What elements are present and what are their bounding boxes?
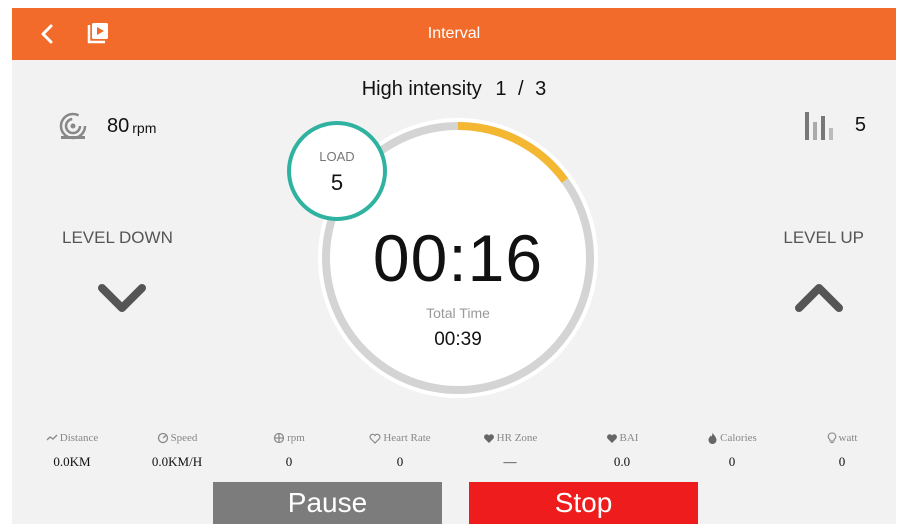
level-indicator: 5: [803, 108, 866, 142]
load-badge: LOAD 5: [287, 121, 387, 221]
cadence-unit: rpm: [132, 120, 157, 136]
stat-hr-zone: HR Zone —: [460, 430, 560, 470]
cadence-icon: [59, 112, 87, 140]
stat-label: BAI: [619, 432, 639, 444]
segment-total: 3: [535, 78, 547, 100]
stat-label: Speed: [170, 432, 198, 444]
stats-row: Distance 0.0KM Speed 0.0KM/H rpm 0 Heart…: [12, 430, 896, 480]
level-down-label: LEVEL DOWN: [62, 228, 173, 247]
stat-value: 0: [285, 454, 293, 469]
heart-filled-icon: [483, 433, 494, 443]
workout-screen: Interval High intensity 1 / 3 80 rpm 5 L…: [12, 8, 896, 524]
pause-button[interactable]: Pause: [213, 482, 442, 524]
load-value: 5: [330, 170, 344, 195]
bulb-icon: [827, 432, 836, 444]
stat-value: 0: [838, 454, 846, 469]
stop-button[interactable]: Stop: [469, 482, 698, 524]
segment-separator: /: [518, 78, 524, 100]
chevron-down-icon: [98, 284, 146, 312]
stat-label: Distance: [59, 432, 99, 444]
stat-value: —: [503, 454, 517, 469]
header-bar: Interval: [12, 8, 896, 60]
heart-outline-icon: [369, 433, 381, 444]
stat-value: 0.0KM/H: [151, 454, 203, 469]
level-up-button[interactable]: [789, 276, 849, 320]
segment-info: High intensity 1 / 3: [12, 78, 896, 101]
segment-name: High intensity: [361, 78, 482, 100]
cadence-readout: 80 rpm: [57, 110, 156, 142]
heart-filled-icon: [606, 433, 617, 443]
stat-value: 0: [728, 454, 736, 469]
segment-current: 1: [495, 78, 507, 100]
rpm-icon: [274, 432, 285, 444]
stat-calories: Calories 0: [682, 430, 782, 470]
stat-label: rpm: [287, 432, 305, 444]
stat-distance: Distance 0.0KM: [22, 430, 122, 470]
stat-value: 0: [396, 454, 404, 469]
stat-value: 0.0KM: [53, 454, 91, 469]
stat-watt: watt 0: [792, 430, 892, 470]
speed-icon: [157, 432, 168, 444]
flame-icon: [708, 433, 717, 444]
interval-timer: 00:16: [372, 221, 544, 295]
load-label: LOAD: [319, 149, 355, 164]
level-down-button[interactable]: [92, 276, 152, 320]
level-value: 5: [854, 113, 866, 136]
stat-label: Heart Rate: [383, 432, 431, 444]
stat-label: Calories: [720, 432, 757, 444]
level-up-label: LEVEL UP: [783, 228, 864, 247]
cadence-value: 80: [107, 114, 130, 137]
stat-label: watt: [838, 432, 858, 444]
total-time-label: Total Time: [426, 305, 490, 321]
stat-rpm: rpm 0: [239, 430, 339, 470]
stat-speed: Speed 0.0KM/H: [127, 430, 227, 470]
level-bars-icon: [804, 112, 833, 140]
total-time-value: 00:39: [434, 329, 482, 350]
stat-bai: BAI 0.0: [572, 430, 672, 470]
chevron-up-icon: [795, 284, 843, 312]
page-title: Interval: [427, 25, 481, 42]
stat-heart-rate: Heart Rate 0: [350, 430, 450, 470]
stat-label: HR Zone: [496, 432, 538, 444]
distance-icon: [46, 434, 58, 441]
stat-value: 0.0: [613, 454, 631, 469]
